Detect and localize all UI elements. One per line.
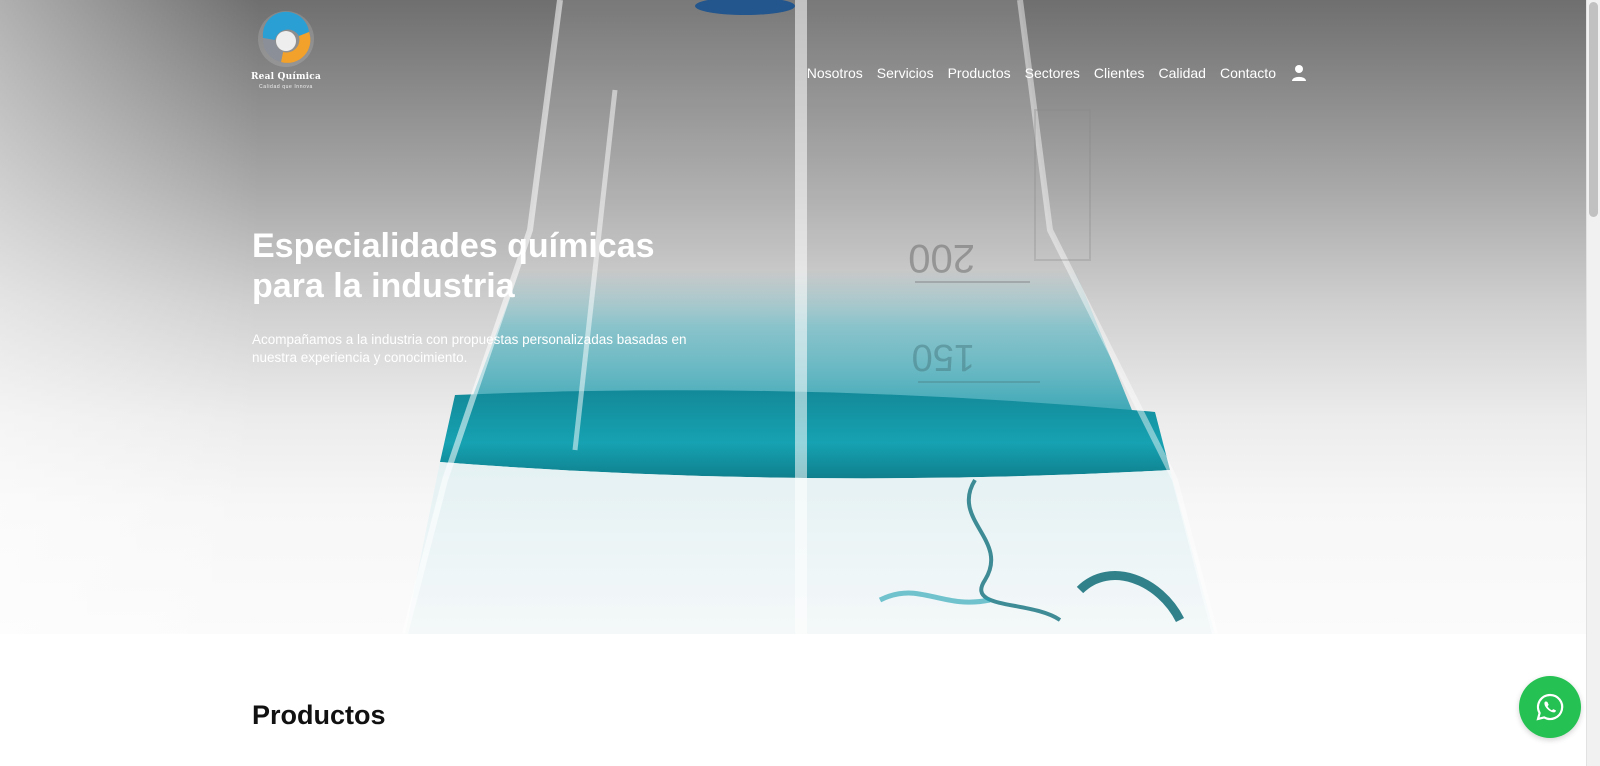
- hero-title-line-2: para la industria: [252, 267, 515, 305]
- brand-logo[interactable]: Real Química Calidad que Innova: [251, 6, 321, 92]
- nav-item-sectores[interactable]: Sectores: [1025, 65, 1080, 81]
- nav-item-productos[interactable]: Productos: [948, 65, 1011, 81]
- nav-item-servicios[interactable]: Servicios: [877, 65, 934, 81]
- hero-subtitle-line-2: nuestra experiencia y conocimiento.: [252, 350, 468, 365]
- hero-subtitle: Acompañamos a la industria con propuesta…: [252, 331, 722, 367]
- brand-name: Real Química: [250, 72, 322, 82]
- page: 200 150 Especialidades químicas para la …: [0, 0, 1586, 766]
- products-title: Productos: [252, 700, 386, 730]
- logo-swirl-icon: [258, 11, 314, 67]
- nav-item-calidad[interactable]: Calidad: [1158, 65, 1205, 81]
- brand-tagline: Calidad que Innova: [259, 84, 313, 90]
- flask-mark-200: 200: [908, 236, 975, 280]
- nav-item-contacto[interactable]: Contacto: [1220, 65, 1276, 81]
- whatsapp-icon: [1536, 693, 1564, 721]
- nav-item-clientes[interactable]: Clientes: [1094, 65, 1145, 81]
- hero-title: Especialidades químicas para la industri…: [252, 226, 772, 306]
- hero-subtitle-line-1: Acompañamos a la industria con propuesta…: [252, 332, 687, 347]
- nav-item-nosotros[interactable]: Nosotros: [807, 65, 863, 81]
- whatsapp-button[interactable]: [1519, 676, 1581, 738]
- scrollbar-thumb[interactable]: [1589, 2, 1598, 217]
- site-header: Real Química Calidad que Innova Nosotros…: [0, 0, 1586, 100]
- main-nav: Nosotros Servicios Productos Sectores Cl…: [807, 64, 1308, 82]
- page-scrollbar[interactable]: [1586, 0, 1600, 766]
- flask-mark-150: 150: [912, 336, 975, 378]
- user-icon[interactable]: [1290, 64, 1308, 82]
- hero-title-line-1: Especialidades químicas: [252, 227, 655, 265]
